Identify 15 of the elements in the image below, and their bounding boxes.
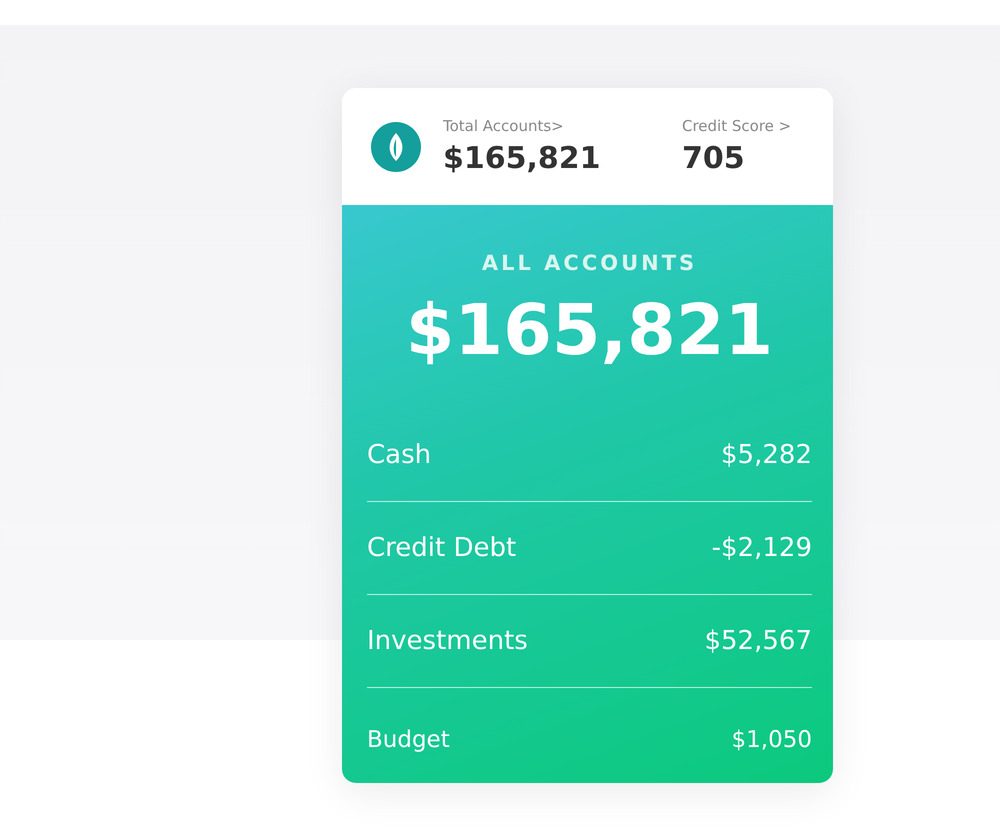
- account-amount: $52,567: [704, 626, 812, 656]
- stat-link[interactable]: Credit Score >: [682, 117, 792, 135]
- leaf-logo-icon: [371, 122, 421, 172]
- account-amount: $1,050: [732, 726, 812, 752]
- stat-value: $165,821: [443, 141, 602, 176]
- stat-value: 705: [682, 141, 746, 176]
- total-amount: $165,821: [406, 289, 774, 371]
- account-amount: -$2,129: [712, 533, 812, 563]
- account-label: Investments: [367, 626, 528, 656]
- stat-link[interactable]: Total Accounts>: [443, 117, 682, 135]
- account-label: Cash: [367, 440, 432, 470]
- account-label: Credit Debt: [367, 533, 516, 563]
- account-amount: $5,282: [721, 440, 812, 470]
- account-label: Budget: [367, 726, 450, 752]
- summary-title: ALL ACCOUNTS: [482, 251, 698, 275]
